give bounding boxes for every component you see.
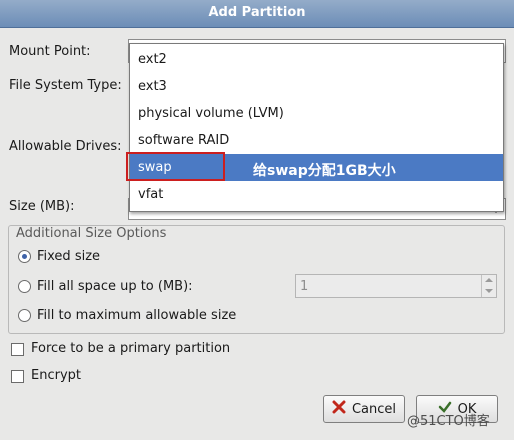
primary-partition-checkbox[interactable] bbox=[11, 343, 24, 356]
fill-upto-value: 1 bbox=[300, 279, 309, 294]
fill-upto-spinner[interactable]: 1 bbox=[295, 274, 497, 298]
chevron-up-icon bbox=[485, 278, 493, 282]
fill-max-label[interactable]: Fill to maximum allowable size bbox=[37, 308, 236, 323]
drives-label: Allowable Drives: bbox=[9, 139, 122, 154]
spinner-buttons[interactable] bbox=[481, 275, 496, 297]
fixed-size-label[interactable]: Fixed size bbox=[37, 249, 100, 264]
fs-option-software-raid[interactable]: software RAID bbox=[130, 127, 503, 154]
cancel-button[interactable]: Cancel bbox=[323, 395, 405, 423]
fill-upto-label[interactable]: Fill all space up to (MB): bbox=[37, 279, 193, 294]
cancel-icon bbox=[332, 400, 346, 418]
chevron-down-icon bbox=[485, 289, 493, 293]
cancel-label: Cancel bbox=[351, 401, 397, 417]
fixed-size-radio[interactable] bbox=[18, 250, 31, 263]
fs-option-ext2[interactable]: ext2 bbox=[130, 46, 503, 73]
fill-max-radio[interactable] bbox=[18, 309, 31, 322]
primary-partition-label[interactable]: Force to be a primary partition bbox=[31, 341, 230, 356]
annotation-text: 给swap分配1GB大小 bbox=[253, 163, 396, 179]
mount-point-label: Mount Point: bbox=[9, 44, 91, 59]
fs-type-label: File System Type: bbox=[9, 78, 122, 93]
fs-option-lvm[interactable]: physical volume (LVM) bbox=[130, 100, 503, 127]
fs-option-vfat[interactable]: vfat bbox=[130, 181, 503, 208]
encrypt-label[interactable]: Encrypt bbox=[31, 368, 81, 383]
dialog-titlebar: Add Partition bbox=[0, 0, 514, 28]
fs-option-ext3[interactable]: ext3 bbox=[130, 73, 503, 100]
swap-highlight-box bbox=[126, 152, 225, 181]
watermark: @51CTO博客 bbox=[407, 414, 490, 429]
fill-upto-radio[interactable] bbox=[18, 280, 31, 293]
size-label: Size (MB): bbox=[9, 199, 75, 214]
encrypt-checkbox[interactable] bbox=[11, 370, 24, 383]
size-options-legend: Additional Size Options bbox=[14, 226, 169, 241]
dialog-title: Add Partition bbox=[208, 5, 306, 20]
fs-type-dropdown[interactable]: ext2 ext3 physical volume (LVM) software… bbox=[129, 43, 504, 212]
